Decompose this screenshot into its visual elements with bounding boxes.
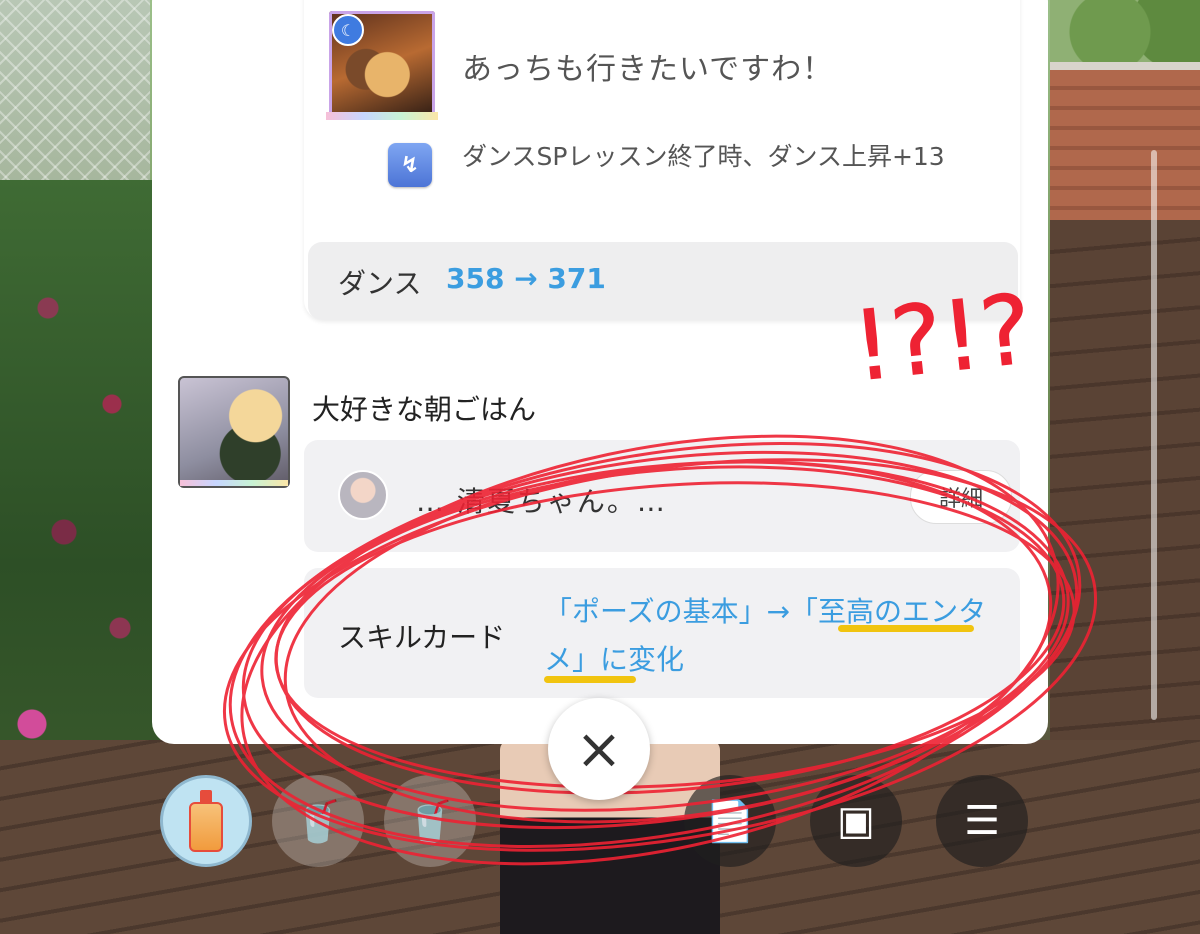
event-card-thumbnail[interactable] <box>178 376 290 488</box>
flower-planter <box>0 180 160 820</box>
stat-label: ダンス <box>338 267 422 300</box>
cup-slot-1-button[interactable]: 🥤 <box>272 775 364 867</box>
rarity-stripe <box>326 112 438 120</box>
stat-value: 358 → 371 <box>446 262 606 295</box>
cup-slot-2-button[interactable]: 🥤 <box>384 775 476 867</box>
rest-icon: ☾ <box>332 14 364 46</box>
event-dialogue-snippet: … 清夏ちゃん。… <box>416 485 667 518</box>
box-icon: ▣ <box>837 798 875 844</box>
skill-card-label: スキルカード <box>338 621 506 654</box>
menu-button[interactable]: ☰ <box>936 775 1028 867</box>
bottle-icon <box>189 790 223 852</box>
event-title: 大好きな朝ごはん <box>312 393 537 426</box>
card-effect-text: ダンスSPレッスン終了時、ダンス上昇+13 <box>462 142 945 171</box>
cup-icon: 🥤 <box>405 798 455 845</box>
hamburger-icon: ☰ <box>964 798 1000 844</box>
scrollbar[interactable] <box>1151 150 1157 720</box>
memo-button[interactable]: 📄 <box>684 775 776 867</box>
drink-slot-button[interactable] <box>160 775 252 867</box>
rest-icon: ↯ <box>388 143 432 187</box>
close-button[interactable]: × <box>548 698 650 800</box>
roof <box>1050 70 1200 230</box>
support-card-title: あっちも行きたいですわ！ <box>462 52 834 87</box>
skill-card-change-text: 「ポーズの基本」→「至高のエンタメ」に変化 <box>544 595 987 676</box>
detail-button[interactable]: 詳細 <box>910 470 1012 524</box>
item-box-button[interactable]: ▣ <box>810 775 902 867</box>
rarity-stripe <box>180 480 288 486</box>
cup-icon: 🥤 <box>293 798 343 845</box>
character-avatar <box>338 470 388 520</box>
document-icon: 📄 <box>705 798 755 845</box>
